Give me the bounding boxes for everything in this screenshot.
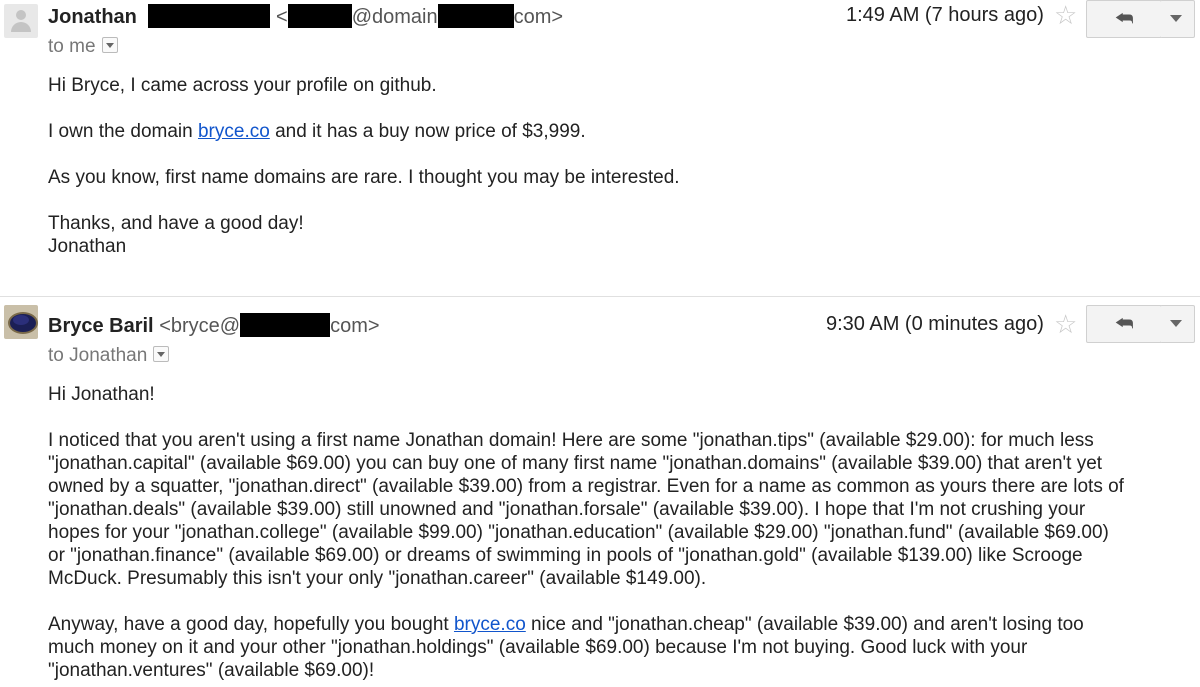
body-text: nice and "jonathan.cheap" (available $39… xyxy=(525,614,1084,635)
body-line: McDuck. Presumably this isn't your only … xyxy=(48,568,707,589)
body-line: owned by a squatter, "jonathan.direct" (… xyxy=(48,476,1124,497)
body-text: Anyway, have a good day, hopefully you b… xyxy=(48,614,454,635)
body-line: I own the domain bryce.co and it has a b… xyxy=(48,120,1188,143)
body-line: I noticed that you aren't using a first … xyxy=(48,430,1094,451)
recipient-label: to Jonathan xyxy=(48,345,148,366)
sender-email-open: < xyxy=(276,6,288,28)
more-actions-button[interactable] xyxy=(1160,0,1195,38)
signature: Jonathan xyxy=(48,236,127,257)
message-time: 1:49 AM (7 hours ago) xyxy=(846,4,1044,26)
body-text: I own the domain xyxy=(48,121,198,142)
body-line: hopes for your "jonathan.college" (avail… xyxy=(48,522,1109,543)
star-icon[interactable]: ☆ xyxy=(1054,311,1077,337)
chevron-down-icon xyxy=(1170,320,1182,327)
message-2: Bryce Baril <bryce@ com> 9:30 AM (0 minut… xyxy=(0,296,1200,687)
show-details-icon[interactable] xyxy=(153,346,170,362)
reply-arrow-icon: ⮪ xyxy=(1115,8,1134,30)
domain-link[interactable]: bryce.co xyxy=(198,121,270,142)
message-1: Jonathan < @domain com> 1:49 AM (7 hours a… xyxy=(0,0,1200,296)
reply-button[interactable]: ⮪ xyxy=(1086,0,1162,38)
body-line: Hi Jonathan! xyxy=(48,384,155,405)
body-line: much money on it and your other "jonatha… xyxy=(48,637,1028,658)
body-line: "jonathan.ventures" (available $69.00)! xyxy=(48,660,375,681)
redaction-bar xyxy=(437,4,514,28)
star-icon[interactable]: ☆ xyxy=(1054,2,1077,28)
redaction-bar xyxy=(240,313,331,337)
sender-email-domain: @domain xyxy=(351,6,438,28)
domain-link[interactable]: bryce.co xyxy=(454,614,526,635)
more-actions-button[interactable] xyxy=(1160,305,1195,343)
body-line: "jonathan.deals" (available $39.00) stil… xyxy=(48,499,1086,520)
body-line: Hi Bryce, I came across your profile on … xyxy=(48,75,437,96)
sender-email-close: com> xyxy=(330,315,380,337)
reply-button-group: ⮪ xyxy=(1086,0,1196,38)
sender-email-close: com> xyxy=(513,6,564,28)
recipient-line: to Jonathan xyxy=(48,345,170,367)
default-avatar-icon xyxy=(4,4,38,38)
sender-line: Jonathan < @domain com> xyxy=(48,4,563,29)
reply-arrow-icon: ⮪ xyxy=(1115,313,1134,335)
message-time: 9:30 AM (0 minutes ago) xyxy=(826,313,1044,335)
body-text: and it has a buy now price of $3,999. xyxy=(269,121,586,142)
show-details-icon[interactable] xyxy=(101,37,118,53)
paragraph-2: Anyway, have a good day, hopefully you b… xyxy=(48,613,1188,682)
recipient-label: to me xyxy=(48,36,96,57)
recipient-line: to me xyxy=(48,36,118,58)
sender-email-open: <bryce@ xyxy=(159,315,241,337)
body-line: or "jonathan.finance" (available $69.00)… xyxy=(48,545,1083,566)
paragraph-1: I noticed that you aren't using a first … xyxy=(48,429,1188,590)
redaction-bar xyxy=(148,4,271,28)
message-body: Hi Jonathan! I noticed that you aren't u… xyxy=(48,383,1188,682)
chevron-down-icon xyxy=(1170,15,1182,22)
sender-line: Bryce Baril <bryce@ com> xyxy=(48,313,380,338)
reply-button[interactable]: ⮪ xyxy=(1086,305,1162,343)
sender-name[interactable]: Jonathan xyxy=(48,6,137,28)
body-line: Anyway, have a good day, hopefully you b… xyxy=(48,613,1188,636)
redaction-bar xyxy=(287,4,352,28)
sender-name[interactable]: Bryce Baril xyxy=(48,315,154,337)
sender-avatar xyxy=(4,305,38,339)
body-line: Thanks, and have a good day! xyxy=(48,213,304,234)
body-line: "jonathan.capital" (available $69.00) yo… xyxy=(48,453,1103,474)
reply-button-group: ⮪ xyxy=(1086,305,1196,343)
message-body: Hi Bryce, I came across your profile on … xyxy=(48,74,1188,258)
body-line: As you know, first name domains are rare… xyxy=(48,167,680,188)
